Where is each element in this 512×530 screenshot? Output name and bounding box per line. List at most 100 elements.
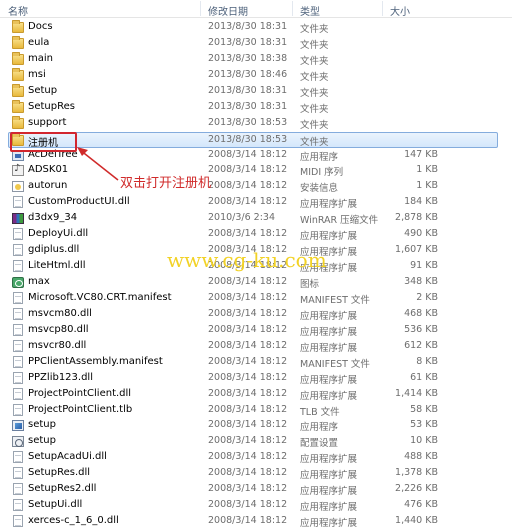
- dll-icon: [13, 371, 23, 384]
- annotation-text: 双击打开注册机: [120, 176, 212, 191]
- list-item[interactable]: msvcr80.dll 2008/3/14 18:12 应用程序扩展 612 KB: [0, 339, 512, 355]
- file-name: PPClientAssembly.manifest: [28, 355, 163, 367]
- column-date-header[interactable]: 修改日期: [208, 3, 248, 18]
- column-divider[interactable]: [292, 1, 293, 16]
- dll-icon: [13, 339, 23, 352]
- config-icon: [12, 436, 24, 448]
- file-name: ProjectPointClient.dll: [28, 387, 132, 399]
- list-item[interactable]: Docs 2013/8/30 18:31 文件夹: [0, 20, 512, 36]
- file-name: SetupRes2.dll: [28, 483, 97, 495]
- list-item[interactable]: SetupRes2.dll 2008/3/14 18:12 应用程序扩展 2,226 …: [0, 482, 512, 498]
- file-type: 应用程序扩展: [300, 518, 358, 530]
- dll-icon: [13, 260, 23, 273]
- file-type: 配置设置: [300, 438, 339, 450]
- file-icon: [13, 355, 23, 368]
- column-name-header[interactable]: 名称: [8, 3, 28, 18]
- file-name: SetupAcadUi.dll: [28, 451, 107, 463]
- list-item[interactable]: CustomProductUI.dll 2008/3/14 18:12 应用程序扩展…: [0, 195, 512, 211]
- modified-date: 2008/3/14 18:12: [208, 515, 288, 527]
- file-size: 488 KB: [404, 451, 438, 463]
- modified-date: 2008/3/14 18:12: [208, 196, 288, 208]
- column-size-header[interactable]: 大小: [390, 3, 410, 18]
- file-name: msi: [28, 68, 46, 80]
- column-type-header[interactable]: 类型: [300, 3, 320, 18]
- inf-icon: [12, 181, 24, 193]
- file-type: 应用程序扩展: [300, 390, 358, 402]
- list-item[interactable]: DeployUi.dll 2008/3/14 18:12 应用程序扩展 490 KB: [0, 227, 512, 243]
- file-size: 490 KB: [404, 228, 438, 240]
- modified-date: 2008/3/14 18:12: [208, 339, 288, 351]
- file-name: LiteHtml.dll: [28, 260, 86, 272]
- file-size: 612 KB: [404, 339, 438, 351]
- list-item[interactable]: msi 2013/8/30 18:46 文件夹: [0, 67, 512, 84]
- file-type: MANIFEST 文件: [300, 358, 370, 370]
- dll-icon: [13, 483, 23, 496]
- list-item[interactable]: Setup 2013/8/30 18:31 文件夹: [0, 83, 512, 100]
- list-item[interactable]: Microsoft.VC80.CRT.manifest 2008/3/14 18:…: [0, 291, 512, 307]
- folder-icon: [12, 51, 24, 65]
- folder-icon: [12, 67, 24, 81]
- modified-date: 2008/3/14 18:12: [208, 483, 288, 495]
- file-size: 1,378 KB: [395, 467, 438, 479]
- file-icon: [13, 403, 23, 416]
- list-item[interactable]: PPZlib123.dll 2008/3/14 18:12 应用程序扩展 61 KB: [0, 371, 512, 387]
- file-type: 应用程序扩展: [300, 199, 358, 211]
- modified-date: 2008/3/14 18:12: [208, 164, 288, 176]
- file-type: 文件夹: [300, 39, 329, 51]
- list-item[interactable]: setup 2008/3/14 18:12 应用程序 53 KB: [0, 418, 512, 434]
- modified-date: 2008/3/14 18:12: [208, 499, 288, 511]
- list-item[interactable]: main 2013/8/30 18:38 文件夹: [0, 51, 512, 68]
- file-name: max: [28, 276, 50, 287]
- list-item[interactable]: SetupRes 2013/8/30 18:31 文件夹: [0, 99, 512, 116]
- list-item[interactable]: eula 2013/8/30 18:31 文件夹: [0, 35, 512, 52]
- file-type: 文件夹: [300, 87, 329, 99]
- list-item[interactable]: ADSK01 2008/3/14 18:12 MIDI 序列 1 KB: [0, 163, 512, 179]
- file-type: 文件夹: [300, 136, 329, 148]
- list-item[interactable]: autorun 2008/3/14 18:12 安装信息 1 KB: [0, 179, 512, 195]
- list-item[interactable]: SetupRes.dll 2008/3/14 18:12 应用程序扩展 1,378 K…: [0, 466, 512, 482]
- column-divider[interactable]: [382, 1, 383, 16]
- modified-date: 2008/3/14 18:12: [208, 291, 288, 303]
- rar-icon: [12, 213, 24, 225]
- modified-date: 2008/3/14 18:12: [208, 419, 288, 431]
- modified-date: 2008/3/14 18:12: [208, 323, 288, 335]
- list-item[interactable]: ProjectPointClient.tlb 2008/3/14 18:12 TLB…: [0, 403, 512, 419]
- column-divider[interactable]: [200, 1, 201, 16]
- modified-date: 2008/3/14 18:12: [208, 387, 288, 399]
- file-type: 应用程序: [300, 151, 339, 163]
- list-item[interactable]: msvcp80.dll 2008/3/14 18:12 应用程序扩展 536 KB: [0, 323, 512, 339]
- file-type: 图标: [300, 279, 320, 290]
- list-item[interactable]: ProjectPointClient.dll 2008/3/14 18:12 应用程…: [0, 387, 512, 403]
- dll-icon: [13, 196, 23, 209]
- file-list: Docs 2013/8/30 18:31 文件夹 eula 2013/8/30 18:3…: [0, 20, 512, 530]
- file-size: 2,878 KB: [395, 212, 438, 224]
- modified-date: 2008/3/14 18:12: [208, 403, 288, 415]
- folder-icon: [12, 83, 24, 97]
- dll-icon: [13, 515, 23, 528]
- list-item-selected[interactable]: 注册机 2013/8/30 18:53 文件夹: [8, 131, 498, 149]
- list-item[interactable]: support 2013/8/30 18:53 文件夹: [0, 115, 512, 132]
- file-name: xerces-c_1_6_0.dll: [28, 515, 119, 527]
- modified-date: 2008/3/14 18:12: [208, 276, 288, 287]
- file-type: MIDI 序列: [300, 167, 344, 179]
- file-name: d3dx9_34: [28, 212, 78, 224]
- list-item[interactable]: xerces-c_1_6_0.dll 2008/3/14 18:12 应用程序扩展 1…: [0, 514, 512, 530]
- modified-date: 2013/8/30 18:38: [208, 52, 288, 64]
- file-size: 53 KB: [410, 419, 438, 431]
- list-item[interactable]: SetupAcadUi.dll 2008/3/14 18:12 应用程序扩展 488 …: [0, 450, 512, 466]
- list-item[interactable]: msvcm80.dll 2008/3/14 18:12 应用程序扩展 468 KB: [0, 307, 512, 323]
- list-item[interactable]: SetupUi.dll 2008/3/14 18:12 应用程序扩展 476 KB: [0, 498, 512, 514]
- file-name: setup: [28, 419, 56, 431]
- list-item[interactable]: setup 2008/3/14 18:12 配置设置 10 KB: [0, 434, 512, 450]
- file-type: 文件夹: [300, 103, 329, 115]
- modified-date: 2008/3/14 18:12: [208, 435, 288, 447]
- list-item[interactable]: max 2008/3/14 18:12 图标 348 KB: [0, 275, 512, 291]
- list-item[interactable]: PPClientAssembly.manifest 2008/3/14 18:12…: [0, 355, 512, 371]
- list-item[interactable]: d3dx9_34 2010/3/6 2:34 WinRAR 压缩文件 2,878 KB: [0, 211, 512, 227]
- file-name: Docs: [28, 21, 53, 32]
- file-type: 应用程序扩展: [300, 310, 358, 322]
- folder-icon: [12, 115, 24, 129]
- modified-date: 2008/3/14 18:12: [208, 148, 288, 160]
- file-size: 2,226 KB: [395, 483, 438, 495]
- file-type: TLB 文件: [300, 406, 340, 418]
